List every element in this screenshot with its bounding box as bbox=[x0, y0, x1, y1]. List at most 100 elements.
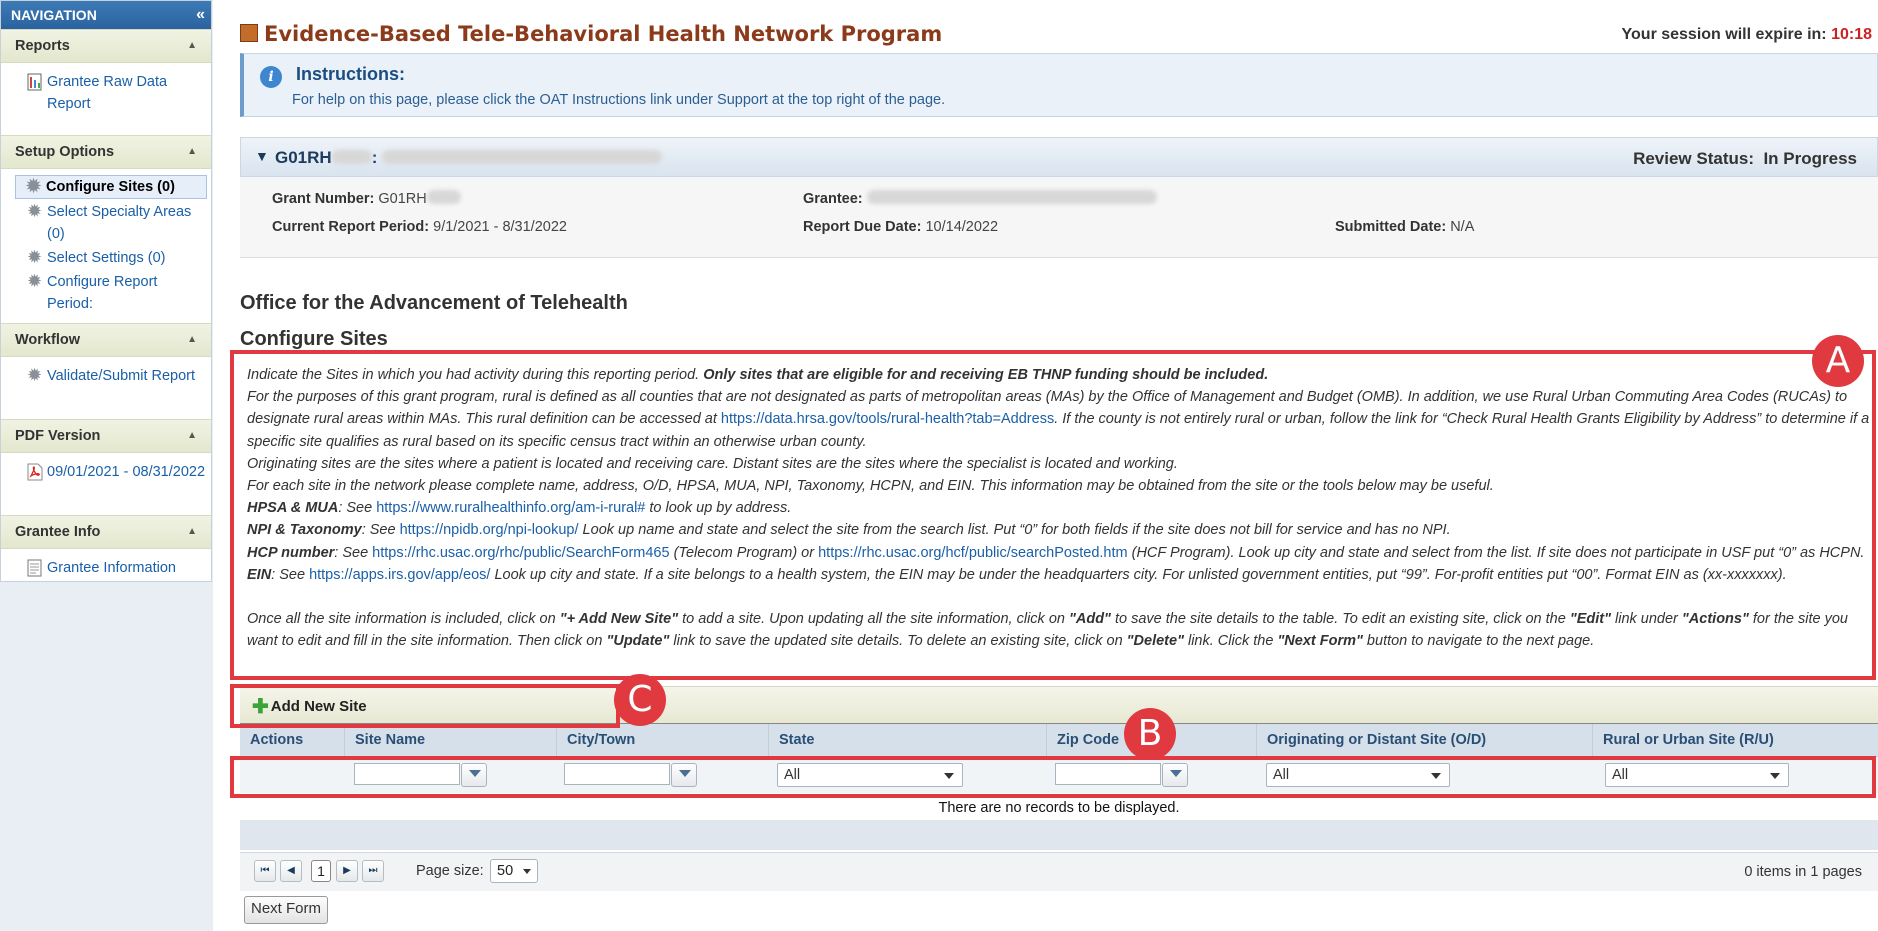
field-label: Grantee: bbox=[803, 191, 863, 207]
nav-section-label: Setup Options bbox=[15, 144, 115, 160]
grid-toolbar: ✚ Add New Site bbox=[240, 686, 1878, 725]
nav-item-label: Configure Sites (0) bbox=[46, 179, 175, 195]
rural-health-link[interactable]: https://data.hrsa.gov/tools/rural-health… bbox=[721, 411, 1054, 427]
nav-item-configure-report-period[interactable]: Configure Report Period: bbox=[25, 271, 207, 315]
nav-section-grantee-info[interactable]: Grantee Info ▲ bbox=[1, 515, 211, 549]
filter-icon[interactable] bbox=[461, 763, 487, 787]
hcp-hcf-link[interactable]: https://rhc.usac.org/hcf/public/searchPo… bbox=[818, 545, 1127, 561]
nav-item-label: 09/01/2021 - 08/31/2022 bbox=[47, 464, 206, 480]
current-page[interactable]: 1 bbox=[311, 860, 331, 882]
column-header-state[interactable]: State bbox=[768, 724, 1046, 756]
nav-item-select-settings[interactable]: Select Settings (0) bbox=[25, 247, 207, 269]
caret-up-icon[interactable]: ▲ bbox=[187, 30, 197, 62]
page-size-select[interactable]: 50 bbox=[490, 859, 538, 883]
sidebar: NAVIGATION « Reports ▲ Grantee Raw Data … bbox=[0, 0, 213, 931]
report-due-date-field: Report Due Date: 10/14/2022 bbox=[803, 219, 998, 235]
page-title-text: Evidence-Based Tele-Behavioral Health Ne… bbox=[264, 22, 943, 46]
next-page-icon[interactable]: ▶ bbox=[336, 860, 358, 882]
hpsa-mua-link[interactable]: https://www.ruralhealthinfo.org/am-i-rur… bbox=[376, 500, 645, 516]
desc-text: (Telecom Program) or bbox=[669, 544, 819, 561]
rural-urban-filter-select[interactable]: All bbox=[1605, 763, 1789, 787]
nav-item-grantee-information[interactable]: Grantee Information bbox=[25, 557, 207, 579]
desc-text: : See bbox=[334, 544, 373, 561]
grant-id-text: G01RH bbox=[275, 148, 332, 167]
first-page-icon[interactable]: ⏮ bbox=[254, 860, 276, 882]
desc-bold: "Delete" bbox=[1126, 633, 1184, 650]
pager-info: 0 items in 1 pages bbox=[1744, 864, 1862, 880]
session-label: Your session will expire in: bbox=[1621, 26, 1827, 43]
grant-details: Grant Number: G01RH Grantee: Current Rep… bbox=[240, 177, 1878, 258]
column-header-rural-urban[interactable]: Rural or Urban Site (R/U) bbox=[1592, 724, 1878, 756]
nav-section-reports[interactable]: Reports ▲ bbox=[1, 29, 211, 63]
nav-section-label: Reports bbox=[15, 38, 70, 54]
next-form-button[interactable]: Next Form bbox=[244, 896, 329, 924]
desc-bold: "+ Add New Site" bbox=[559, 611, 679, 628]
nav-item-validate-submit-report[interactable]: Validate/Submit Report bbox=[25, 365, 207, 387]
field-label: Grant Number: bbox=[272, 191, 375, 207]
nav-section-workflow-items: Validate/Submit Report bbox=[1, 357, 211, 419]
nav-item-pdf-report[interactable]: 09/01/2021 - 08/31/2022 bbox=[25, 461, 207, 483]
nav-section-pdf-version[interactable]: PDF Version ▲ bbox=[1, 419, 211, 453]
page-size-label: Page size: bbox=[416, 863, 484, 879]
review-status-label: Review Status: bbox=[1633, 149, 1754, 168]
instructions-text: For help on this page, please click the … bbox=[292, 92, 946, 108]
nav-item-grantee-raw-data-report[interactable]: Grantee Raw Data Report bbox=[25, 71, 207, 115]
grid-empty-body bbox=[240, 820, 1878, 850]
caret-up-icon[interactable]: ▲ bbox=[187, 516, 197, 548]
city-town-filter-input[interactable] bbox=[564, 763, 670, 785]
last-page-icon[interactable]: ⏭ bbox=[362, 860, 384, 882]
column-header-site-name[interactable]: Site Name bbox=[344, 724, 556, 756]
caret-up-icon[interactable]: ▲ bbox=[187, 324, 197, 356]
field-label: Report Due Date: bbox=[803, 219, 922, 235]
info-icon: i bbox=[260, 66, 282, 88]
annotation-label-a: A bbox=[1812, 335, 1864, 387]
desc-text: Once all the site information is include… bbox=[247, 611, 560, 628]
nav-item-label: Select Specialty Areas (0) bbox=[47, 204, 192, 242]
desc-bold: HCP number bbox=[247, 544, 335, 561]
field-value: 9/1/2021 - 8/31/2022 bbox=[433, 219, 567, 235]
originating-distant-filter-select[interactable]: All bbox=[1266, 763, 1450, 787]
grant-header[interactable]: ▼ G01RH: Review Status: In Progress bbox=[240, 137, 1878, 177]
desc-bold: HPSA & MUA bbox=[247, 500, 339, 517]
column-header-actions[interactable]: Actions bbox=[240, 724, 344, 756]
desc-text: For each site in the network please comp… bbox=[247, 478, 1494, 495]
main-content: Evidence-Based Tele-Behavioral Health Ne… bbox=[230, 0, 1878, 931]
filter-icon[interactable] bbox=[1162, 763, 1188, 787]
nav-section-grantee-info-items: Grantee Information bbox=[1, 549, 211, 587]
field-label: Submitted Date: bbox=[1335, 219, 1447, 235]
redacted-block bbox=[426, 190, 461, 204]
zip-code-filter-input[interactable] bbox=[1055, 763, 1161, 785]
caret-up-icon[interactable]: ▲ bbox=[187, 136, 197, 168]
site-name-filter-input[interactable] bbox=[354, 763, 460, 785]
expand-triangle-icon[interactable]: ▼ bbox=[255, 148, 269, 164]
previous-page-icon[interactable]: ◀ bbox=[280, 860, 302, 882]
state-filter-select[interactable]: All bbox=[777, 763, 963, 787]
hcp-telecom-link[interactable]: https://rhc.usac.org/rhc/public/SearchFo… bbox=[372, 545, 669, 561]
nav-item-configure-sites[interactable]: Configure Sites (0) bbox=[15, 175, 207, 199]
review-status-value: In Progress bbox=[1763, 149, 1857, 168]
nav-item-select-specialty-areas[interactable]: Select Specialty Areas (0) bbox=[25, 201, 207, 245]
session-timer: Your session will expire in: 10:18 bbox=[1622, 26, 1872, 44]
npi-lookup-link[interactable]: https://npidb.org/npi-lookup/ bbox=[400, 522, 579, 538]
add-new-site-button[interactable]: ✚ Add New Site bbox=[252, 694, 367, 719]
nav-section-setup-options[interactable]: Setup Options ▲ bbox=[1, 135, 211, 169]
desc-bold: NPI & Taxonomy bbox=[247, 522, 362, 539]
caret-up-icon[interactable]: ▲ bbox=[187, 420, 197, 452]
field-value: 10/14/2022 bbox=[925, 219, 999, 235]
instructions-title: Instructions: bbox=[296, 64, 406, 84]
nav-section-label: PDF Version bbox=[15, 428, 101, 444]
collapse-icon[interactable]: « bbox=[196, 1, 205, 29]
ein-lookup-link[interactable]: https://apps.irs.gov/app/eos/ bbox=[309, 567, 490, 583]
pdf-icon bbox=[27, 463, 44, 481]
column-header-originating-distant[interactable]: Originating or Distant Site (O/D) bbox=[1256, 724, 1592, 756]
column-header-city-town[interactable]: City/Town bbox=[556, 724, 768, 756]
organization-title: Office for the Advancement of Telehealth bbox=[240, 292, 628, 314]
field-value: G01RH bbox=[378, 191, 427, 207]
navigation-header: NAVIGATION « bbox=[1, 1, 211, 29]
nav-item-label: Select Settings (0) bbox=[47, 250, 166, 266]
instructions-description: Indicate the Sites in which you had acti… bbox=[247, 364, 1877, 652]
filter-icon[interactable] bbox=[671, 763, 697, 787]
empty-grid-message: There are no records to be displayed. bbox=[938, 800, 1180, 816]
nav-section-workflow[interactable]: Workflow ▲ bbox=[1, 323, 211, 357]
section-heading: Configure Sites bbox=[240, 328, 388, 350]
